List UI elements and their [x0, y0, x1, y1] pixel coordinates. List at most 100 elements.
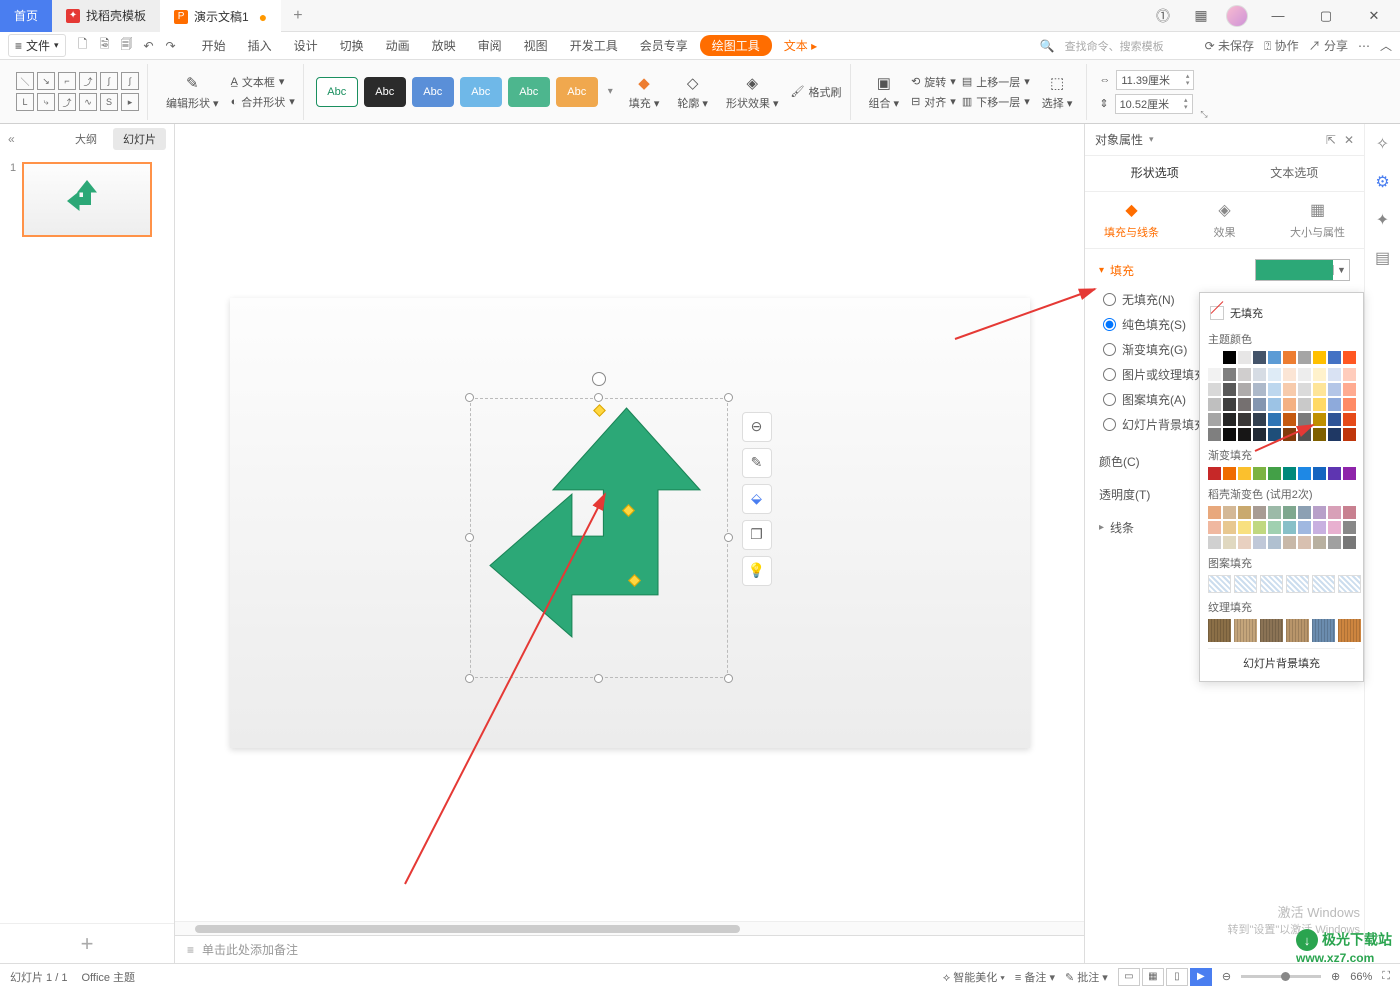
color-cell[interactable] [1208, 521, 1221, 534]
horizontal-scrollbar[interactable] [175, 921, 1084, 935]
color-cell[interactable] [1283, 383, 1296, 396]
window-maximize[interactable]: ▢ [1308, 2, 1344, 30]
resize-handle-s[interactable] [594, 674, 603, 683]
color-cell[interactable] [1283, 506, 1296, 519]
color-cell[interactable] [1298, 506, 1311, 519]
resize-handle-w[interactable] [465, 533, 474, 542]
color-cell[interactable] [1283, 521, 1296, 534]
color-cell[interactable] [1313, 368, 1326, 381]
menu-vip[interactable]: 会员专享 [630, 33, 698, 58]
color-cell[interactable] [1268, 398, 1281, 411]
view-reading[interactable]: ▯ [1166, 968, 1188, 986]
fill-button[interactable]: ◆填充 ▾ [623, 71, 666, 113]
color-cell[interactable] [1313, 383, 1326, 396]
resize-handle-ne[interactable] [724, 393, 733, 402]
send-backward-button[interactable]: ▥ 下移一层 ▾ [962, 94, 1030, 110]
color-cell[interactable] [1253, 398, 1266, 411]
rotate-button[interactable]: ⟲ 旋转 ▾ [911, 74, 956, 90]
color-cell[interactable] [1253, 351, 1266, 364]
notes-bar[interactable]: ≡ 单击此处添加备注 [175, 935, 1084, 963]
color-cell[interactable] [1313, 413, 1326, 426]
subtab-size[interactable]: ▦大小与属性 [1271, 192, 1364, 248]
color-cell[interactable] [1268, 368, 1281, 381]
view-slideshow[interactable]: ▶ [1190, 968, 1212, 986]
color-cell[interactable] [1343, 368, 1356, 381]
color-cell[interactable] [1343, 536, 1356, 549]
menu-design[interactable]: 设计 [284, 33, 328, 58]
shape-gallery[interactable]: ＼↘⌐⤴∫∫ L⤷⤴∿S▸ [16, 72, 139, 111]
fill-color-dropdown[interactable]: ▼ [1255, 259, 1350, 281]
color-cell[interactable] [1283, 536, 1296, 549]
style-preset-3[interactable]: Abc [412, 77, 454, 107]
color-cell[interactable] [1298, 351, 1311, 364]
zoom-out[interactable]: ⊖ [1222, 970, 1231, 983]
select-button[interactable]: ⬚选择 ▾ [1036, 71, 1079, 113]
color-cell[interactable] [1268, 428, 1281, 441]
color-cell[interactable] [1313, 398, 1326, 411]
outline-tab-outline[interactable]: 大纲 [65, 128, 107, 150]
tab-add[interactable]: + [281, 7, 314, 25]
color-cell[interactable] [1253, 383, 1266, 396]
style-preset-5[interactable]: Abc [508, 77, 550, 107]
color-cell[interactable] [1208, 536, 1221, 549]
color-cell[interactable] [1223, 368, 1236, 381]
color-cell[interactable] [1283, 467, 1296, 480]
color-cell[interactable] [1283, 413, 1296, 426]
color-cell[interactable] [1223, 467, 1236, 480]
resize-handle-n[interactable] [594, 393, 603, 402]
texture-cell[interactable] [1312, 619, 1335, 642]
zoom-in[interactable]: ⊕ [1331, 970, 1340, 983]
color-cell[interactable] [1253, 368, 1266, 381]
menu-insert[interactable]: 插入 [238, 33, 282, 58]
textbox-button[interactable]: A̲ 文本框 ▾ [231, 74, 295, 90]
color-cell[interactable] [1328, 398, 1341, 411]
color-cell[interactable] [1253, 467, 1266, 480]
chevron-down-icon[interactable]: ▾ [1149, 134, 1154, 145]
resize-handle-nw[interactable] [465, 393, 474, 402]
group-button[interactable]: ▣组合 ▾ [863, 71, 906, 113]
texture-cell[interactable] [1234, 619, 1257, 642]
file-menu[interactable]: ≡ 文件 ▾ [8, 34, 66, 57]
resize-handle-se[interactable] [724, 674, 733, 683]
float-pen-button[interactable]: ✎ [742, 448, 772, 478]
color-cell[interactable] [1343, 467, 1356, 480]
color-cell[interactable] [1208, 467, 1221, 480]
section-collapse-icon[interactable]: ▾ [1099, 265, 1104, 276]
color-cell[interactable] [1328, 368, 1341, 381]
menu-animation[interactable]: 动画 [376, 33, 420, 58]
edit-shape-button[interactable]: ✎ 编辑形状 ▾ [160, 71, 225, 113]
zoom-slider[interactable] [1241, 975, 1321, 978]
color-cell[interactable] [1238, 398, 1251, 411]
menu-drawing-tools[interactable]: 绘图工具 [700, 35, 772, 56]
color-cell[interactable] [1268, 506, 1281, 519]
color-cell[interactable] [1268, 383, 1281, 396]
color-cell[interactable] [1298, 536, 1311, 549]
color-cell[interactable] [1313, 506, 1326, 519]
color-cell[interactable] [1223, 506, 1236, 519]
tab-templates[interactable]: ✦ 找稻壳模板 [52, 0, 160, 32]
color-cell[interactable] [1238, 467, 1251, 480]
float-bucket-button[interactable]: ⬙ [742, 484, 772, 514]
pin-icon[interactable]: ⇱ [1326, 133, 1336, 147]
qat-redo-icon[interactable]: ↷ [162, 37, 180, 55]
float-copy-button[interactable]: ❐ [742, 520, 772, 550]
tab-home[interactable]: 首页 [0, 0, 52, 32]
menu-view[interactable]: 视图 [514, 33, 558, 58]
float-idea-button[interactable]: 💡 [742, 556, 772, 586]
user-avatar[interactable] [1226, 5, 1248, 27]
side-templates-icon[interactable]: ✧ [1376, 134, 1389, 154]
notes-toggle[interactable]: ≡ 备注 ▾ [1015, 969, 1055, 985]
view-sorter[interactable]: ▦ [1142, 968, 1164, 986]
color-cell[interactable] [1208, 383, 1221, 396]
color-cell[interactable] [1313, 467, 1326, 480]
qat-print-icon[interactable]: 🗟 [96, 37, 114, 55]
size-dialog-launcher[interactable]: ⤡ [1200, 109, 1207, 120]
unsaved-button[interactable]: ⟳ 未保存 [1205, 37, 1254, 54]
color-cell[interactable] [1283, 351, 1296, 364]
theme-color-row[interactable] [1208, 351, 1355, 364]
width-input[interactable]: 11.39厘米▴▾ [1116, 70, 1194, 90]
menu-slideshow[interactable]: 放映 [422, 33, 466, 58]
format-painter-button[interactable]: 🖌 格式刷 [791, 84, 842, 100]
color-cell[interactable] [1313, 351, 1326, 364]
color-cell[interactable] [1238, 506, 1251, 519]
